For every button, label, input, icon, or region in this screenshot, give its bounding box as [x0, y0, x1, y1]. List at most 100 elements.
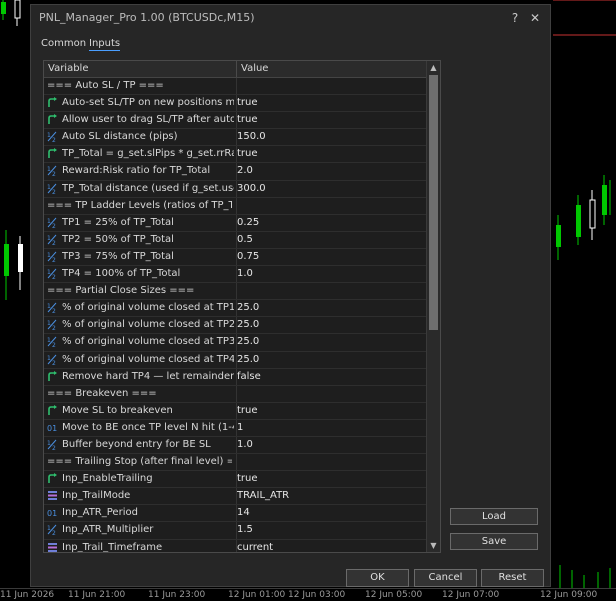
- row-variable: Inp_EnableTrailing: [62, 473, 153, 485]
- row-variable: === Partial Close Sizes ===: [47, 285, 195, 297]
- row-variable: % of original volume closed at TP2: [62, 319, 234, 331]
- scroll-up-icon[interactable]: ▲: [427, 61, 440, 74]
- row-variable: Auto SL distance (pips): [62, 131, 178, 143]
- column-divider[interactable]: [236, 61, 237, 77]
- grid-row[interactable]: 1 2 Inp_ATR_Multiplier 1.5: [44, 522, 427, 540]
- close-icon[interactable]: ✕: [529, 12, 541, 24]
- time-axis-label: 12 Jun 01:00: [228, 590, 286, 600]
- time-axis-label: 12 Jun 07:00: [442, 590, 500, 600]
- row-variable: TP2 = 50% of TP_Total: [62, 233, 174, 245]
- grid-row[interactable]: 1 2 TP4 = 100% of TP_Total 1.0: [44, 266, 427, 284]
- scroll-down-icon[interactable]: ▼: [427, 539, 440, 552]
- load-button[interactable]: Load: [450, 508, 538, 525]
- cancel-button[interactable]: Cancel: [414, 569, 477, 587]
- row-value[interactable]: 0.5: [237, 234, 423, 245]
- row-variable: Allow user to drag SL/TP after auto-set: [62, 114, 234, 126]
- grid-row[interactable]: 1 2 % of original volume closed at TP1 25.0: [44, 300, 427, 318]
- row-variable: TP1 = 25% of TP_Total: [62, 216, 174, 228]
- row-variable: === TP Ladder Levels (ratios of TP_Total…: [47, 199, 232, 211]
- column-divider: [236, 385, 237, 402]
- row-value[interactable]: 25.0: [237, 336, 423, 347]
- grid-row[interactable]: Inp_TrailMode TRAIL_ATR: [44, 488, 427, 506]
- tab-common[interactable]: Common: [41, 38, 86, 49]
- grid-row[interactable]: 1 2 TP3 = 75% of TP_Total 0.75: [44, 248, 427, 267]
- svg-text:2: 2: [52, 223, 56, 228]
- grid-row[interactable]: 1 2 % of original volume closed at TP2 25.0: [44, 317, 427, 335]
- svg-text:2: 2: [52, 342, 56, 347]
- row-value[interactable]: true: [237, 405, 423, 416]
- row-value[interactable]: true: [237, 97, 423, 108]
- row-value[interactable]: current: [237, 542, 423, 552]
- inputs-grid: Variable Value === Auto SL / TP === Auto-…: [43, 60, 441, 553]
- grid-row[interactable]: Remove hard TP4 — let remainder run ...f…: [44, 368, 427, 386]
- grid-row[interactable]: 1 2 Auto SL distance (pips) 150.0: [44, 129, 427, 147]
- grid-rows: === Auto SL / TP === Auto-set SL/TP on ne…: [44, 78, 427, 553]
- row-variable: === Breakeven ===: [47, 387, 157, 399]
- row-variable: Inp_TrailMode: [62, 490, 131, 502]
- row-value[interactable]: 1.5: [237, 524, 423, 535]
- grid-row[interactable]: Move SL to breakeven true: [44, 402, 427, 420]
- row-value[interactable]: 0.75: [237, 251, 423, 262]
- svg-text:2: 2: [52, 530, 56, 535]
- grid-scrollbar[interactable]: ▲ ▼: [426, 61, 440, 552]
- row-value[interactable]: 1: [237, 422, 423, 433]
- grid-section-row[interactable]: === Trailing Stop (after final level) ==…: [44, 454, 427, 472]
- save-button[interactable]: Save: [450, 533, 538, 550]
- grid-row[interactable]: 1 2 % of original volume closed at TP3 25.0: [44, 334, 427, 352]
- grid-row[interactable]: 01 Move to BE once TP level N hit (1-4) 1: [44, 419, 427, 437]
- row-value[interactable]: 1.0: [237, 268, 423, 279]
- row-value[interactable]: 2.0: [237, 165, 423, 176]
- grid-row[interactable]: 1 2 TP1 = 25% of TP_Total 0.25: [44, 214, 427, 232]
- grid-section-row[interactable]: === TP Ladder Levels (ratios of TP_Total…: [44, 197, 427, 215]
- column-divider: [236, 454, 237, 471]
- fraction-icon: 12: [47, 302, 58, 315]
- row-value[interactable]: true: [237, 148, 423, 159]
- fraction-icon: 12: [47, 439, 58, 452]
- grid-row[interactable]: Allow user to drag SL/TP after auto-sett…: [44, 112, 427, 130]
- row-variable: Inp_ATR_Period: [62, 507, 138, 519]
- grid-row[interactable]: Inp_EnableTrailing true: [44, 471, 427, 489]
- grid-row[interactable]: 01 Inp_ATR_Period 14: [44, 505, 427, 523]
- help-button[interactable]: ?: [509, 12, 521, 24]
- svg-text:2: 2: [52, 360, 56, 365]
- row-value[interactable]: TRAIL_ATR: [237, 490, 423, 501]
- grid-row[interactable]: TP_Total = g_set.slPips * g_set.rrRatio.…: [44, 146, 427, 164]
- svg-text:2: 2: [52, 137, 56, 142]
- row-value[interactable]: 0.25: [237, 217, 423, 228]
- row-value[interactable]: 25.0: [237, 302, 423, 313]
- grid-section-row[interactable]: === Auto SL / TP ===: [44, 78, 427, 96]
- grid-row[interactable]: 1 2 Reward:Risk ratio for TP_Total 2.0: [44, 163, 427, 181]
- grid-section-row[interactable]: === Partial Close Sizes ===: [44, 283, 427, 301]
- grid-row[interactable]: 1 2 Buffer beyond entry for BE SL 1.0: [44, 436, 427, 455]
- row-variable: TP3 = 75% of TP_Total: [62, 250, 174, 262]
- row-variable: TP_Total = g_set.slPips * g_set.rrRatio.…: [62, 148, 234, 160]
- tab-inputs[interactable]: Inputs: [89, 38, 121, 51]
- row-value[interactable]: true: [237, 473, 423, 484]
- row-value[interactable]: 25.0: [237, 319, 423, 330]
- enum-icon: [47, 490, 58, 501]
- row-value[interactable]: 1.0: [237, 439, 423, 450]
- grid-row[interactable]: Auto-set SL/TP on new positions missi...…: [44, 95, 427, 113]
- scroll-thumb[interactable]: [429, 75, 438, 330]
- fraction-icon: 12: [47, 183, 58, 196]
- row-value[interactable]: 300.0: [237, 183, 423, 194]
- row-value[interactable]: 25.0: [237, 354, 423, 365]
- time-axis-label: 12 Jun 05:00: [365, 590, 423, 600]
- grid-row[interactable]: 12 % of original volume closed at TP4 (0 …: [44, 351, 427, 369]
- row-value[interactable]: 14: [237, 507, 423, 518]
- grid-row[interactable]: 1 2 TP2 = 50% of TP_Total 0.5: [44, 231, 427, 249]
- svg-text:2: 2: [52, 189, 56, 194]
- column-header-variable[interactable]: Variable: [48, 63, 89, 74]
- row-value[interactable]: 150.0: [237, 131, 423, 142]
- grid-section-row[interactable]: === Breakeven ===: [44, 385, 427, 403]
- reset-button[interactable]: Reset: [481, 569, 544, 587]
- dialog-titlebar[interactable]: PNL_Manager_Pro 1.00 (BTCUSDc,M15) ? ✕: [31, 5, 550, 30]
- row-value[interactable]: false: [237, 371, 423, 382]
- row-value[interactable]: true: [237, 114, 423, 125]
- fraction-icon: 12: [47, 234, 58, 247]
- grid-row[interactable]: Inp_Trail_Timeframe current: [44, 539, 427, 553]
- ok-button[interactable]: OK: [346, 569, 409, 587]
- row-variable: Inp_Trail_Timeframe: [62, 541, 163, 553]
- grid-row[interactable]: 12 TP_Total distance (used if g_set.useRR…: [44, 180, 427, 198]
- column-header-value[interactable]: Value: [241, 63, 268, 74]
